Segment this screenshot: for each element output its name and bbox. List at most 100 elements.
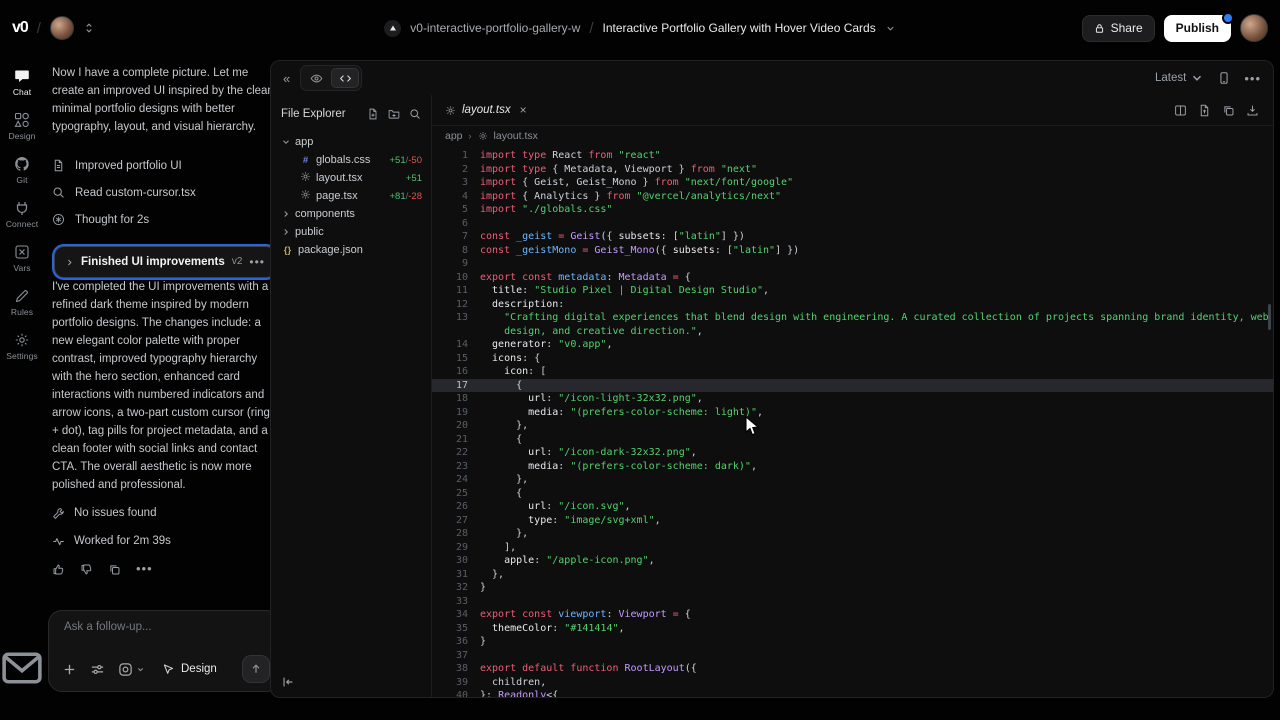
line-number: 36 <box>432 635 480 649</box>
line-number: 6 <box>432 217 480 231</box>
task-improved-portfolio-ui[interactable]: Improved portfolio UI <box>52 152 278 179</box>
version-selector-label: Latest <box>1155 72 1186 84</box>
code-text: export const metadata: Metadata = { <box>480 271 691 285</box>
rail-item-connect[interactable]: Connect <box>6 200 38 229</box>
code-view-icon[interactable] <box>331 68 359 88</box>
code-editor[interactable]: 1import type React from "react"2import t… <box>432 146 1273 697</box>
copy-file-icon[interactable] <box>1222 104 1235 117</box>
version-card[interactable]: Finished UI improvements v2 ••• <box>54 246 276 278</box>
attach-plus-icon[interactable] <box>62 662 77 677</box>
code-line: 22 url: "/icon-dark-32x32.png", <box>432 446 1273 460</box>
user-avatar[interactable] <box>1240 14 1268 42</box>
copy-icon[interactable] <box>108 563 121 576</box>
code-text: }, <box>480 419 528 433</box>
line-number: 8 <box>432 244 480 258</box>
followup-input[interactable] <box>62 620 266 634</box>
collapse-panel-icon[interactable]: « <box>283 71 290 86</box>
rail-item-label: Connect <box>6 219 38 229</box>
new-file-icon[interactable] <box>367 108 379 120</box>
tsx-file-icon <box>478 131 488 141</box>
v0-logo[interactable]: v0 <box>12 19 28 37</box>
rail-item-settings[interactable]: Settings <box>6 332 38 361</box>
rail-item-label: Design <box>8 131 35 141</box>
settings-sliders-icon[interactable] <box>90 662 105 677</box>
line-number: 38 <box>432 662 480 676</box>
css-file-icon: # <box>299 155 312 166</box>
rail-item-rules[interactable]: Rules <box>6 288 38 317</box>
breadcrumb-chat-title[interactable]: Interactive Portfolio Gallery with Hover… <box>603 21 876 35</box>
new-folder-icon[interactable] <box>388 108 400 120</box>
tree-folder-components[interactable]: components <box>271 205 431 223</box>
line-number: 33 <box>432 595 480 609</box>
tree-folder-public[interactable]: public <box>271 223 431 241</box>
followup-composer[interactable]: Design <box>48 610 280 692</box>
tree-file-package-json[interactable]: {}package.json <box>271 241 431 259</box>
line-number: 10 <box>432 271 480 285</box>
rail-item-design[interactable]: Design <box>6 112 38 141</box>
top-bar: v0 / v0-interactive-portfolio-gallery-w … <box>0 0 1280 56</box>
line-number: 26 <box>432 500 480 514</box>
tree-file-page-tsx[interactable]: page.tsx+81/-28 <box>271 187 431 205</box>
code-line: 3import { Geist, Geist_Mono } from "next… <box>432 176 1273 190</box>
line-number: 30 <box>432 554 480 568</box>
code-text: import { Geist, Geist_Mono } from "next/… <box>480 176 793 190</box>
scrollbar-thumb[interactable] <box>1268 304 1271 330</box>
panel-menu-icon[interactable]: ••• <box>1244 71 1261 86</box>
line-number: 13 <box>432 311 480 325</box>
task-read-custom-cursor-tsx[interactable]: Read custom-cursor.tsx <box>52 179 278 206</box>
workspace-avatar[interactable] <box>50 16 74 40</box>
line-number: 23 <box>432 460 480 474</box>
tab-close-icon[interactable]: × <box>520 103 527 117</box>
line-number: 18 <box>432 392 480 406</box>
send-button[interactable] <box>242 655 270 683</box>
chevron-right-icon <box>281 227 291 237</box>
more-actions-icon[interactable]: ••• <box>136 560 153 578</box>
assistant-summary: I've completed the UI improvements with … <box>52 278 278 494</box>
publish-button[interactable]: Publish <box>1164 15 1231 42</box>
editor-breadcrumb: app › layout.tsx <box>432 126 1273 146</box>
code-line: 5import "./globals.css" <box>432 203 1273 217</box>
search-files-icon[interactable] <box>409 108 421 120</box>
share-button[interactable]: Share <box>1082 15 1155 42</box>
breadcrumb-file[interactable]: layout.tsx <box>494 130 538 142</box>
diff-stats: +81/-28 <box>390 191 423 202</box>
rail-item-git[interactable]: Git <box>6 156 38 185</box>
code-text: themeColor: "#141414", <box>480 622 625 636</box>
thumbs-up-icon[interactable] <box>52 563 65 576</box>
code-text: generator: "v0.app", <box>480 338 612 352</box>
issues-status: No issues found <box>52 504 278 522</box>
preview-eye-icon[interactable] <box>303 69 329 87</box>
collapse-explorer-icon[interactable] <box>281 675 295 689</box>
design-mode-button[interactable]: Design <box>162 660 217 678</box>
tab-layout-tsx[interactable]: layout.tsx × <box>432 95 540 125</box>
rail-item-chat[interactable]: Chat <box>6 68 38 97</box>
version-selector[interactable]: Latest <box>1155 71 1204 85</box>
mail-icon[interactable] <box>0 646 44 690</box>
code-line: 13 "Crafting digital experiences that bl… <box>432 311 1273 325</box>
tree-item-label: app <box>295 136 313 148</box>
tree-item-label: package.json <box>298 244 363 256</box>
tree-folder-app[interactable]: app <box>271 133 431 151</box>
settings-icon <box>14 332 30 348</box>
chevron-down-icon[interactable] <box>885 23 896 34</box>
version-card-menu[interactable]: ••• <box>249 253 265 271</box>
task-thought-for-2s[interactable]: Thought for 2s <box>52 206 278 233</box>
workspace-switcher-icon[interactable] <box>83 22 95 34</box>
code-text: { <box>480 433 522 447</box>
code-line: 40}: Readonly<{ <box>432 689 1273 697</box>
open-file-icon[interactable] <box>1198 104 1211 117</box>
breadcrumb-project[interactable]: v0-interactive-portfolio-gallery-w <box>410 21 580 35</box>
tree-file-globals-css[interactable]: #globals.css+51/-50 <box>271 151 431 169</box>
tree-file-layout-tsx[interactable]: layout.tsx+51 <box>271 169 431 187</box>
code-line: 10export const metadata: Metadata = { <box>432 271 1273 285</box>
model-selector[interactable] <box>118 662 145 677</box>
code-text: url: "/icon.svg", <box>480 500 631 514</box>
line-number: 20 <box>432 419 480 433</box>
device-preview-icon[interactable] <box>1217 71 1231 85</box>
chevron-down-icon <box>281 137 291 147</box>
breadcrumb-folder[interactable]: app <box>445 130 463 142</box>
download-icon[interactable] <box>1246 104 1259 117</box>
thumbs-down-icon[interactable] <box>80 563 93 576</box>
split-editor-icon[interactable] <box>1174 104 1187 117</box>
rail-item-vars[interactable]: Vars <box>6 244 38 273</box>
